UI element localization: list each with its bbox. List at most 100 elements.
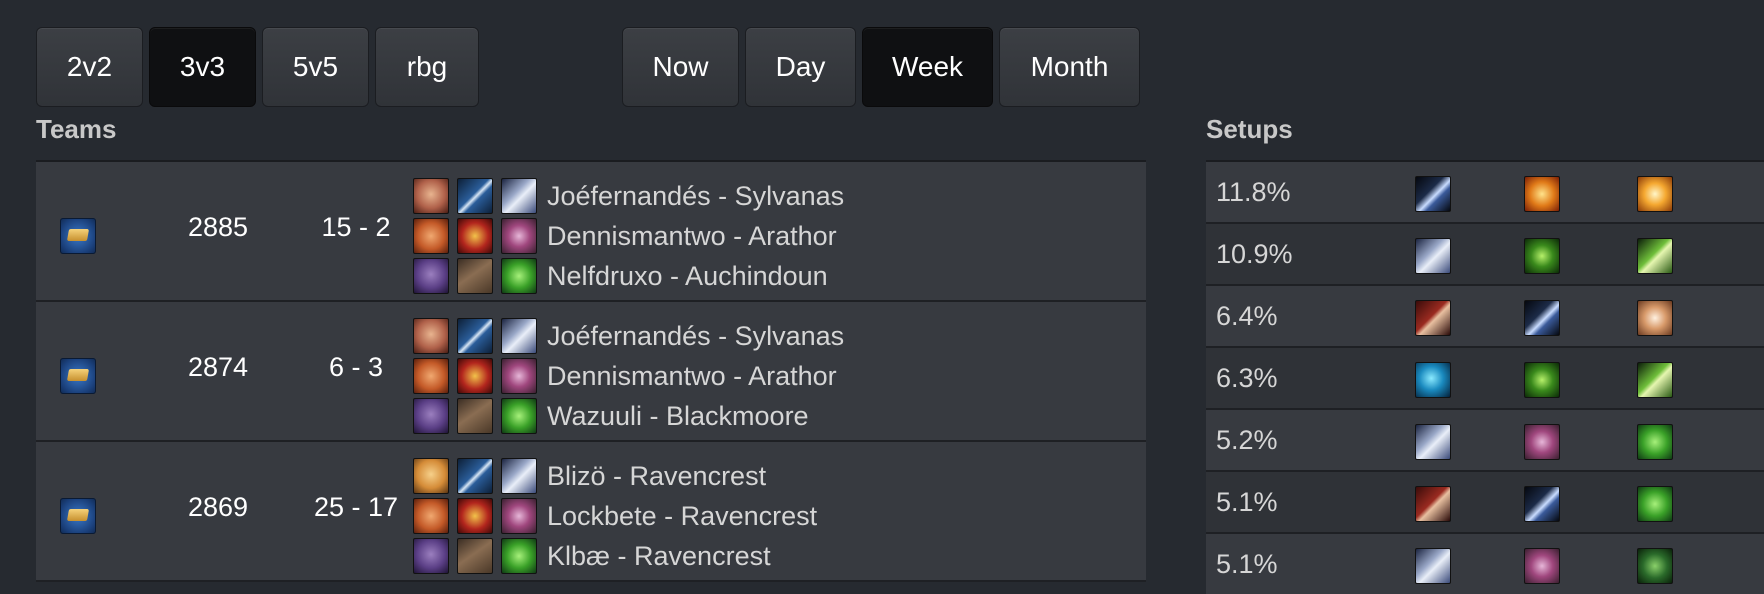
warrior-sword-icon <box>457 458 493 494</box>
tab-day[interactable]: Day <box>745 27 856 107</box>
team-players: Blizö - Ravencrest Lockbete - Ravencrest… <box>413 456 817 576</box>
player-entry[interactable]: Lockbete - Ravencrest <box>413 496 817 536</box>
affliction-icon <box>501 498 537 534</box>
player-name[interactable]: Joéfernandés - Sylvanas <box>547 181 844 212</box>
restoration-leaf-icon <box>1637 424 1673 460</box>
gnome-icon <box>413 358 449 394</box>
setups-heading: Setups <box>1206 114 1293 144</box>
player-entry[interactable]: Blizö - Ravencrest <box>413 456 817 496</box>
setup-row[interactable]: 6.3% <box>1206 348 1764 410</box>
restoration-tree-icon <box>1637 362 1673 398</box>
feral-claw-icon <box>1524 362 1560 398</box>
player-name[interactable]: Wazuuli - Blackmoore <box>547 401 809 432</box>
setup-percent: 5.1% <box>1216 549 1278 579</box>
setup-row[interactable]: 5.1% <box>1206 472 1764 534</box>
night-elf-icon <box>413 538 449 574</box>
team-record: 25 - 17 <box>313 492 399 522</box>
rogue-blade-icon <box>1415 300 1451 336</box>
feral-claw-icon <box>1524 238 1560 274</box>
frost-bolt-icon <box>1524 300 1560 336</box>
tab-5v5[interactable]: 5v5 <box>262 27 369 107</box>
setup-row[interactable]: 6.4% <box>1206 286 1764 348</box>
tab-rbg[interactable]: rbg <box>375 27 479 107</box>
warlock-icon <box>457 498 493 534</box>
teams-table: 2885 15 - 2 Joéfernandés - Sylvanas Denn… <box>36 160 1146 582</box>
warlock-icon <box>457 218 493 254</box>
human-blonde-icon <box>413 458 449 494</box>
frost-bolt-icon <box>1524 486 1560 522</box>
tab-2v2[interactable]: 2v2 <box>36 27 143 107</box>
warrior-sword-icon <box>457 318 493 354</box>
arms-axe-icon <box>1415 238 1451 274</box>
night-elf-icon <box>413 258 449 294</box>
player-name[interactable]: Lockbete - Ravencrest <box>547 501 817 532</box>
serpent-icon <box>1637 548 1673 584</box>
arms-axe-icon <box>501 458 537 494</box>
restoration-leaf-icon <box>501 538 537 574</box>
holy-shield-icon <box>1637 300 1673 336</box>
restoration-leaf-icon <box>501 398 537 434</box>
player-name[interactable]: Blizö - Ravencrest <box>547 461 766 492</box>
bracket-tabs: 2v2 3v3 5v5 rbg <box>36 27 479 107</box>
gnome-icon <box>413 218 449 254</box>
setup-percent: 6.3% <box>1216 363 1278 393</box>
arena-leaderboard-page: 2v2 3v3 5v5 rbg Now Day Week Month Teams… <box>0 0 1764 594</box>
player-name[interactable]: Dennismantwo - Arathor <box>547 221 837 252</box>
setup-percent: 6.4% <box>1216 301 1278 331</box>
druid-icon <box>457 538 493 574</box>
rank-icon <box>60 358 96 394</box>
warrior-sword-icon <box>457 178 493 214</box>
human-female-icon <box>413 318 449 354</box>
night-elf-icon <box>413 398 449 434</box>
restoration-tree-icon <box>1637 238 1673 274</box>
windwalker-icon <box>1415 362 1451 398</box>
player-name[interactable]: Joéfernandés - Sylvanas <box>547 321 844 352</box>
restoration-leaf-icon <box>1637 486 1673 522</box>
affliction-icon <box>501 358 537 394</box>
player-entry[interactable]: Dennismantwo - Arathor <box>413 356 844 396</box>
player-name[interactable]: Nelfdruxo - Auchindoun <box>547 261 828 292</box>
team-rating: 2885 <box>187 212 249 242</box>
setup-row[interactable]: 5.1% <box>1206 534 1764 594</box>
setup-percent: 11.8% <box>1216 177 1291 207</box>
arms-axe-icon <box>1415 548 1451 584</box>
frost-bolt-icon <box>1415 176 1451 212</box>
setups-table: 11.8% 10.9% 6.4% 6.3% 5.2% 5.1% 5.1% <box>1206 160 1764 594</box>
affliction-icon <box>1524 548 1560 584</box>
skull-fire-icon <box>1524 176 1560 212</box>
human-female-icon <box>413 178 449 214</box>
arcane-burst-icon <box>1637 176 1673 212</box>
player-entry[interactable]: Joéfernandés - Sylvanas <box>413 176 844 216</box>
setup-percent: 5.1% <box>1216 487 1278 517</box>
team-row[interactable]: 2869 25 - 17 Blizö - Ravencrest Lockbete… <box>36 442 1146 582</box>
player-entry[interactable]: Dennismantwo - Arathor <box>413 216 844 256</box>
arms-axe-icon <box>501 178 537 214</box>
affliction-icon <box>1524 424 1560 460</box>
player-entry[interactable]: Nelfdruxo - Auchindoun <box>413 256 844 296</box>
team-row[interactable]: 2874 6 - 3 Joéfernandés - Sylvanas Denni… <box>36 302 1146 442</box>
team-record: 6 - 3 <box>328 352 384 382</box>
setup-row[interactable]: 5.2% <box>1206 410 1764 472</box>
setup-row[interactable]: 10.9% <box>1206 224 1764 286</box>
warlock-icon <box>457 358 493 394</box>
period-tabs: Now Day Week Month <box>622 27 1140 107</box>
player-entry[interactable]: Klbæ - Ravencrest <box>413 536 817 576</box>
tab-now[interactable]: Now <box>622 27 739 107</box>
restoration-leaf-icon <box>501 258 537 294</box>
team-record: 15 - 2 <box>321 212 391 242</box>
team-players: Joéfernandés - Sylvanas Dennismantwo - A… <box>413 316 844 436</box>
player-entry[interactable]: Wazuuli - Blackmoore <box>413 396 844 436</box>
team-row[interactable]: 2885 15 - 2 Joéfernandés - Sylvanas Denn… <box>36 162 1146 302</box>
player-name[interactable]: Dennismantwo - Arathor <box>547 361 837 392</box>
setup-row[interactable]: 11.8% <box>1206 162 1764 224</box>
player-entry[interactable]: Joéfernandés - Sylvanas <box>413 316 844 356</box>
arms-axe-icon <box>501 318 537 354</box>
tab-month[interactable]: Month <box>999 27 1140 107</box>
player-name[interactable]: Klbæ - Ravencrest <box>547 541 771 572</box>
setup-percent: 5.2% <box>1216 425 1278 455</box>
tab-3v3[interactable]: 3v3 <box>149 27 256 107</box>
arms-axe-icon <box>1415 424 1451 460</box>
rank-icon <box>60 218 96 254</box>
team-rating: 2869 <box>187 492 249 522</box>
tab-week[interactable]: Week <box>862 27 993 107</box>
